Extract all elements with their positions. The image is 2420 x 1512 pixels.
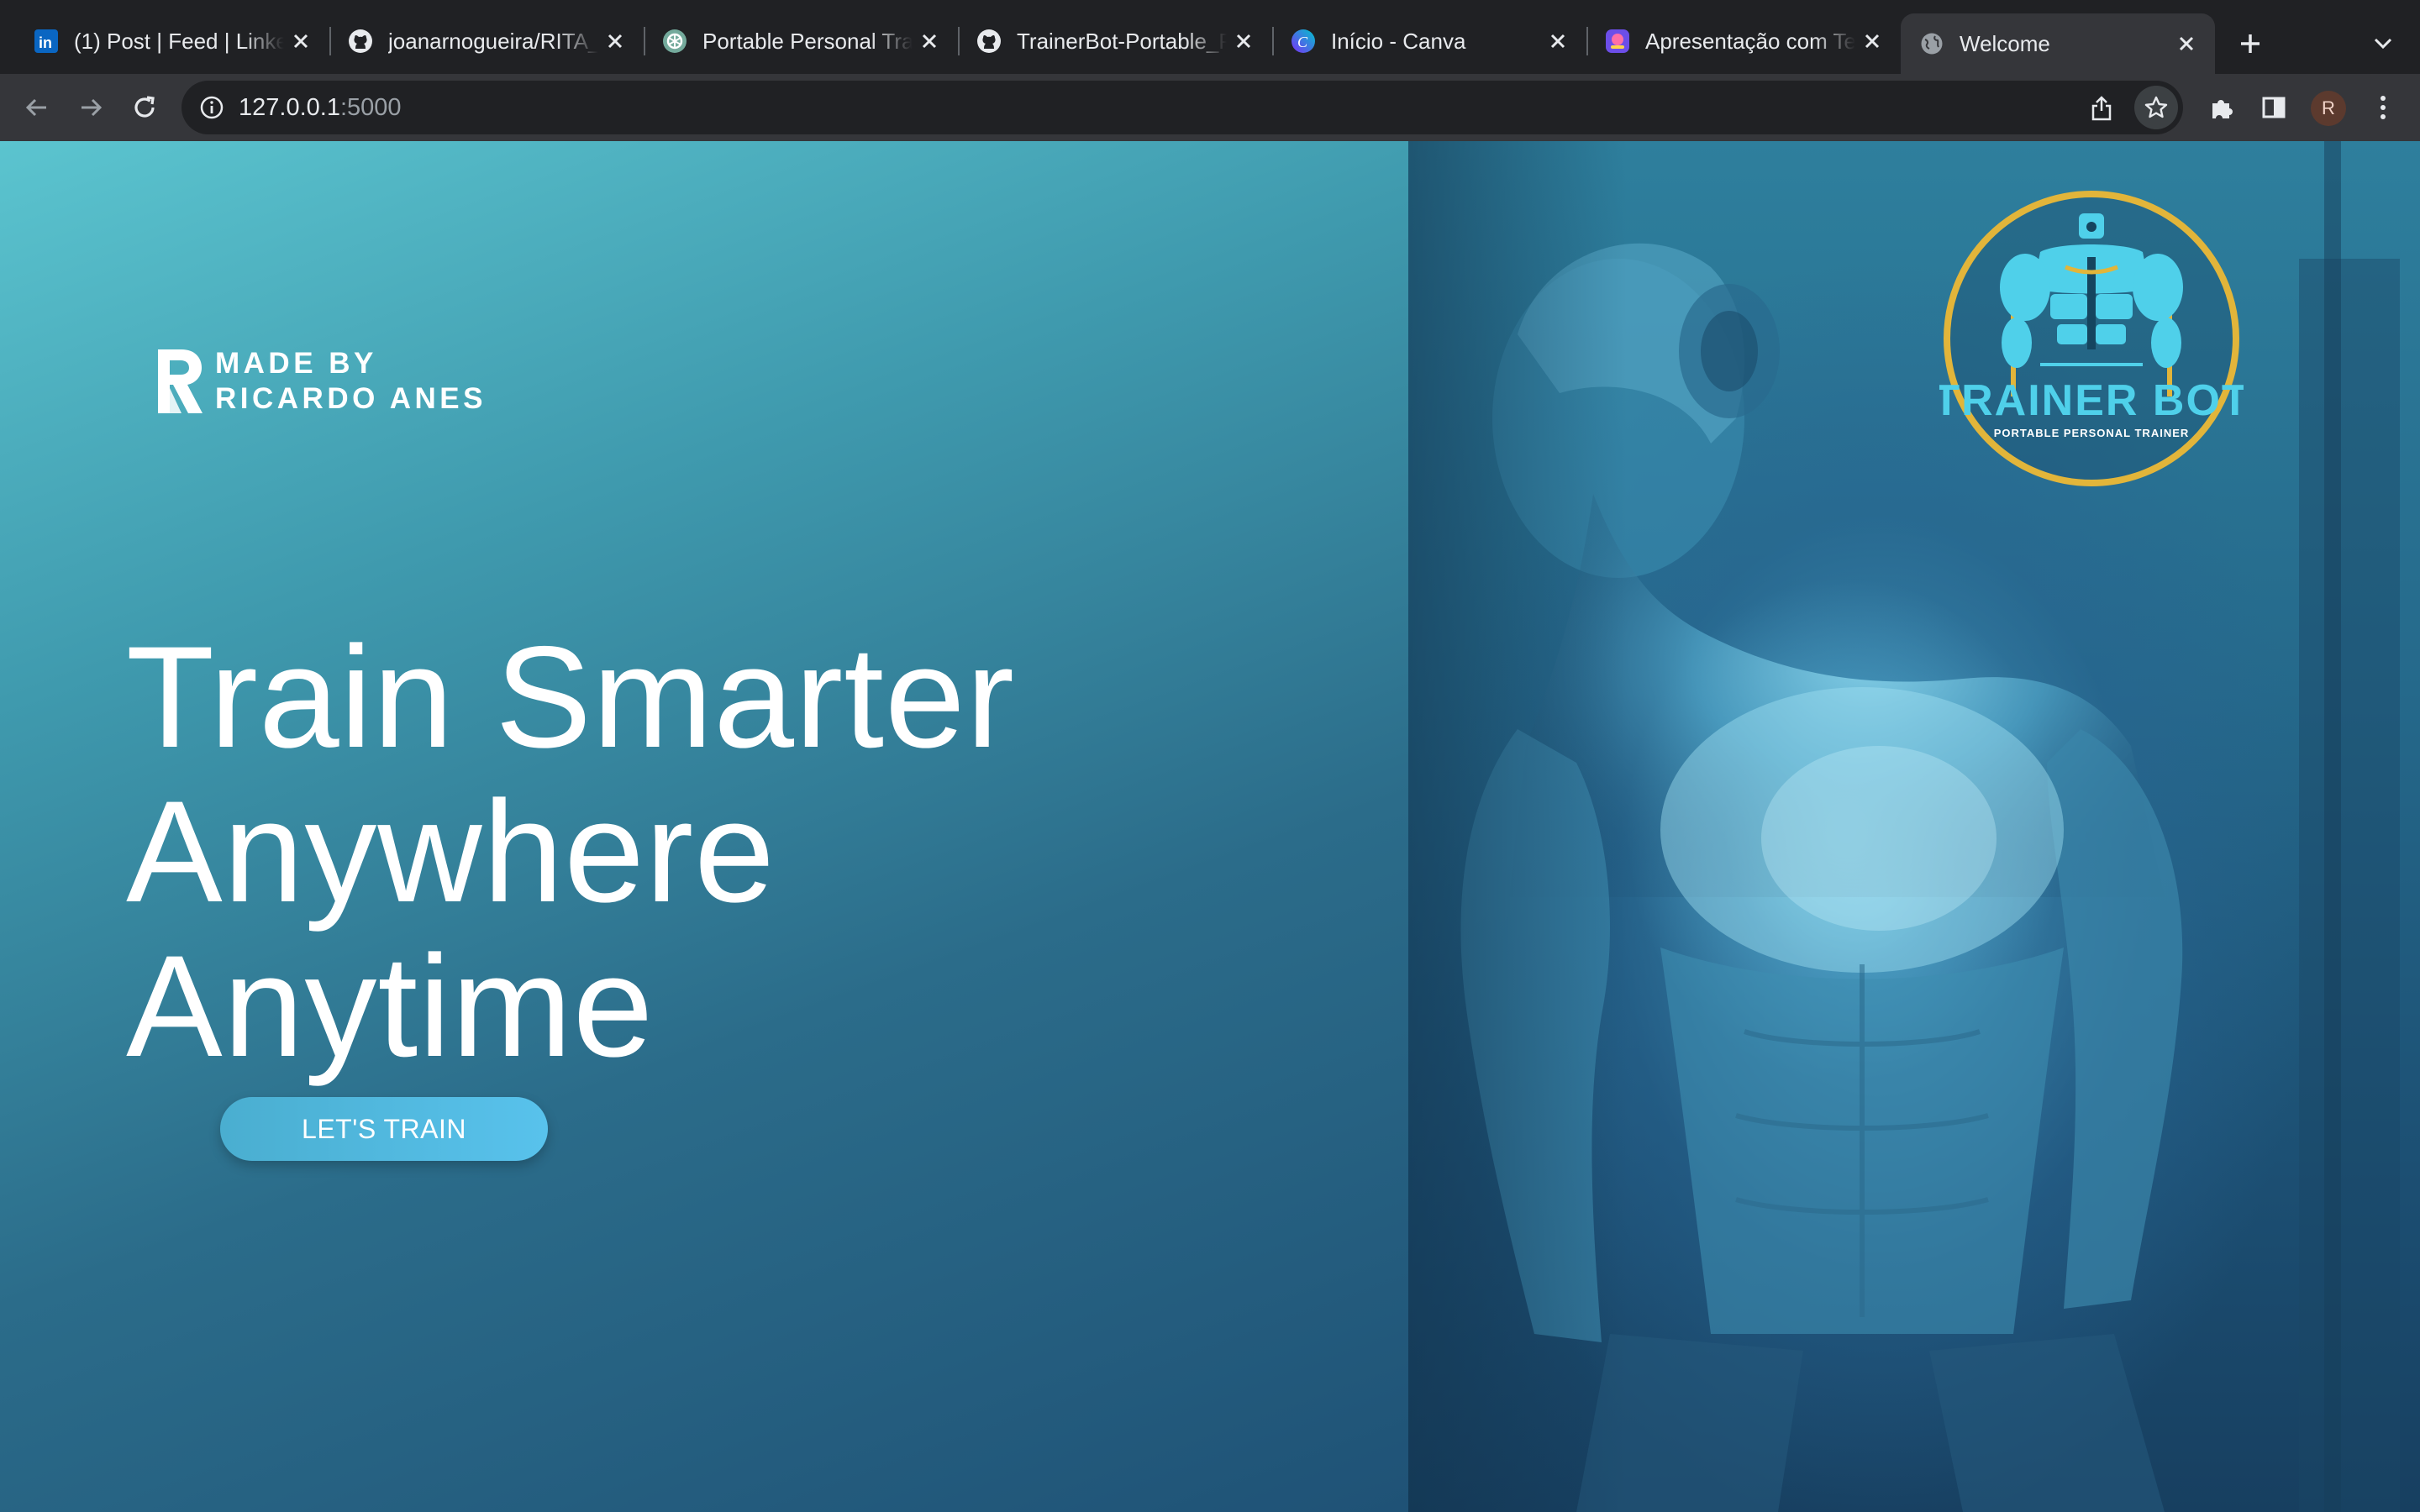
tab-chatgpt[interactable]: Portable Personal Trainer <box>644 13 958 69</box>
bookmark-star-icon[interactable] <box>2134 86 2178 129</box>
headline-line-2: Anywhere <box>126 771 776 932</box>
headline-line-1: Train Smarter <box>126 617 1015 778</box>
tab-linkedin[interactable]: in (1) Post | Feed | LinkedIn <box>15 13 329 69</box>
reload-button[interactable] <box>123 86 166 129</box>
chevron-down-icon <box>2374 38 2392 50</box>
tab-title: (1) Post | Feed | LinkedIn <box>74 28 284 54</box>
hero-image: TRAINER BOT PORTABLE PERSONAL TRAINER <box>1408 141 2420 1512</box>
tab-presentation[interactable]: Apresentação com Texto <box>1586 13 1901 69</box>
logo-subtitle: PORTABLE PERSONAL TRAINER <box>1994 427 2190 439</box>
tab-title: Welcome <box>1960 30 2050 56</box>
globe-icon <box>1919 31 1944 56</box>
arrow-left-icon <box>25 98 46 117</box>
tab-title: TrainerBot-Portable_P <box>1017 28 1227 54</box>
back-button[interactable] <box>15 86 59 129</box>
close-icon[interactable] <box>1227 24 1260 58</box>
brand-line-2: RICARDO ANES <box>215 382 487 415</box>
tab-title: Início - Canva <box>1331 28 1466 54</box>
presentation-icon <box>1605 29 1630 54</box>
tab-title: joanarnogueira/RITA_ <box>388 28 598 54</box>
hero-panel: MADE BY RICARDO ANES Train Smarter Anywh… <box>0 141 1408 1512</box>
headline-line-3: Anytime <box>126 926 655 1087</box>
new-tab-button[interactable] <box>2228 22 2272 66</box>
svg-text:in: in <box>39 34 52 51</box>
github-icon <box>348 29 373 54</box>
side-panel-icon <box>2262 97 2286 118</box>
menu-button[interactable] <box>2361 86 2405 129</box>
tab-github-trainerbot[interactable]: TrainerBot-Portable_P <box>958 13 1272 69</box>
browser-toolbar: 127.0.0.1:5000 R <box>0 74 2420 141</box>
tab-search-button[interactable] <box>2361 22 2405 66</box>
github-icon <box>976 29 1002 54</box>
url-host: 127.0.0.1 <box>239 94 340 121</box>
logo-title: TRAINER BOT <box>1939 376 2244 425</box>
side-panel-button[interactable] <box>2252 86 2296 129</box>
forward-button[interactable] <box>69 86 113 129</box>
hero-headline: Train Smarter Anywhere Anytime <box>126 620 1015 1084</box>
reload-icon <box>134 96 155 118</box>
r-logo-icon <box>158 349 203 413</box>
svg-text:C: C <box>1297 34 1308 50</box>
page-viewport: MADE BY RICARDO ANES Train Smarter Anywh… <box>0 141 2420 1512</box>
kebab-menu-icon <box>2381 96 2386 119</box>
puzzle-icon <box>2212 100 2233 118</box>
tab-strip: in (1) Post | Feed | LinkedIn joanarnogu… <box>0 0 2420 74</box>
canva-icon: C <box>1291 29 1316 54</box>
close-icon[interactable] <box>2170 27 2203 60</box>
close-icon[interactable] <box>1855 24 1889 58</box>
brand-line-1: MADE BY <box>215 347 377 380</box>
close-icon[interactable] <box>598 24 632 58</box>
tab-title: Apresentação com Texto <box>1645 28 1855 54</box>
address-bar[interactable]: 127.0.0.1:5000 <box>182 81 2183 134</box>
profile-avatar[interactable]: R <box>2311 91 2346 126</box>
chatgpt-icon <box>662 29 687 54</box>
close-icon[interactable] <box>284 24 318 58</box>
close-icon[interactable] <box>1541 24 1575 58</box>
robot-athlete-illustration <box>1408 141 2400 1512</box>
linkedin-icon: in <box>34 29 59 54</box>
tab-welcome[interactable]: Welcome <box>1901 13 2215 74</box>
close-icon[interactable] <box>913 24 946 58</box>
tab-title: Portable Personal Trainer <box>702 28 913 54</box>
trainer-bot-logo: TRAINER BOT PORTABLE PERSONAL TRAINER <box>1939 191 2244 486</box>
extensions-button[interactable] <box>2200 86 2244 129</box>
lets-train-button[interactable]: LET'S TRAIN <box>220 1097 548 1161</box>
tab-canva[interactable]: C Início - Canva <box>1272 13 1586 69</box>
plus-icon <box>2241 34 2260 53</box>
url-text: 127.0.0.1:5000 <box>239 94 402 122</box>
made-by-brand: MADE BY RICARDO ANES <box>156 346 487 417</box>
share-icon[interactable] <box>2084 91 2119 126</box>
info-icon[interactable] <box>197 92 227 123</box>
arrow-right-icon <box>82 98 103 117</box>
url-port: :5000 <box>339 94 402 121</box>
tab-github-rita[interactable]: joanarnogueira/RITA_ <box>329 13 644 69</box>
